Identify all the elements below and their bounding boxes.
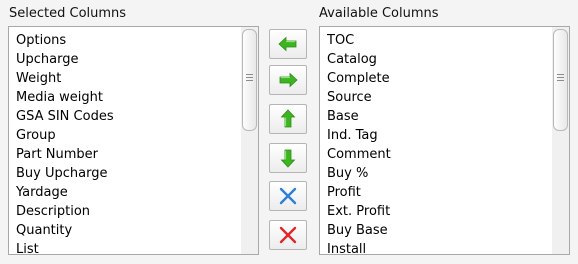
list-item[interactable]: Catalog	[327, 50, 549, 69]
list-item[interactable]: TOC	[327, 31, 549, 50]
scrollbar-thumb[interactable]	[553, 29, 568, 131]
list-item[interactable]: Source	[327, 88, 549, 107]
grip-icon	[246, 74, 253, 83]
x-red-icon	[278, 225, 298, 245]
available-columns-title: Available Columns	[319, 6, 439, 21]
move-down-button[interactable]	[269, 143, 307, 173]
list-item[interactable]: Buy %	[327, 164, 549, 183]
list-item[interactable]: Install	[327, 240, 549, 254]
grip-icon	[557, 74, 564, 83]
selected-columns-title: Selected Columns	[9, 6, 127, 21]
available-columns-list[interactable]: TOC Catalog Complete Source Base Ind. Ta…	[319, 26, 570, 255]
list-item[interactable]: Base	[327, 107, 549, 126]
selected-columns-list[interactable]: Options Upcharge Weight Media weight GSA…	[8, 26, 259, 255]
list-item[interactable]: Yardage	[16, 183, 238, 202]
scrollbar-thumb[interactable]	[242, 29, 257, 131]
arrow-down-icon	[280, 148, 296, 168]
list-item[interactable]: Quantity	[16, 221, 238, 240]
list-item[interactable]: Ind. Tag	[327, 126, 549, 145]
list-item[interactable]: Buy Base	[327, 221, 549, 240]
selected-scrollbar[interactable]	[241, 27, 258, 254]
arrow-right-icon	[278, 72, 298, 88]
list-item[interactable]: Ext. Profit	[327, 202, 549, 221]
move-up-button[interactable]	[269, 104, 307, 134]
list-item[interactable]: Group	[16, 126, 238, 145]
arrow-up-icon	[280, 109, 296, 129]
list-item[interactable]: Profit	[327, 183, 549, 202]
move-right-button[interactable]	[269, 65, 307, 95]
arrow-left-icon	[278, 36, 298, 52]
remove-button[interactable]	[269, 181, 307, 211]
x-blue-icon	[278, 186, 298, 206]
list-item[interactable]: Media weight	[16, 88, 238, 107]
clear-button[interactable]	[269, 220, 307, 250]
list-item[interactable]: Options	[16, 31, 238, 50]
list-item[interactable]: Complete	[327, 69, 549, 88]
list-item[interactable]: Description	[16, 202, 238, 221]
list-item[interactable]: List	[16, 240, 238, 254]
list-item[interactable]: Weight	[16, 69, 238, 88]
list-item[interactable]: Comment	[327, 145, 549, 164]
move-left-button[interactable]	[269, 29, 307, 59]
list-item[interactable]: Part Number	[16, 145, 238, 164]
available-scrollbar[interactable]	[552, 27, 569, 254]
list-item[interactable]: Buy Upcharge	[16, 164, 238, 183]
list-item[interactable]: Upcharge	[16, 50, 238, 69]
list-item[interactable]: GSA SIN Codes	[16, 107, 238, 126]
